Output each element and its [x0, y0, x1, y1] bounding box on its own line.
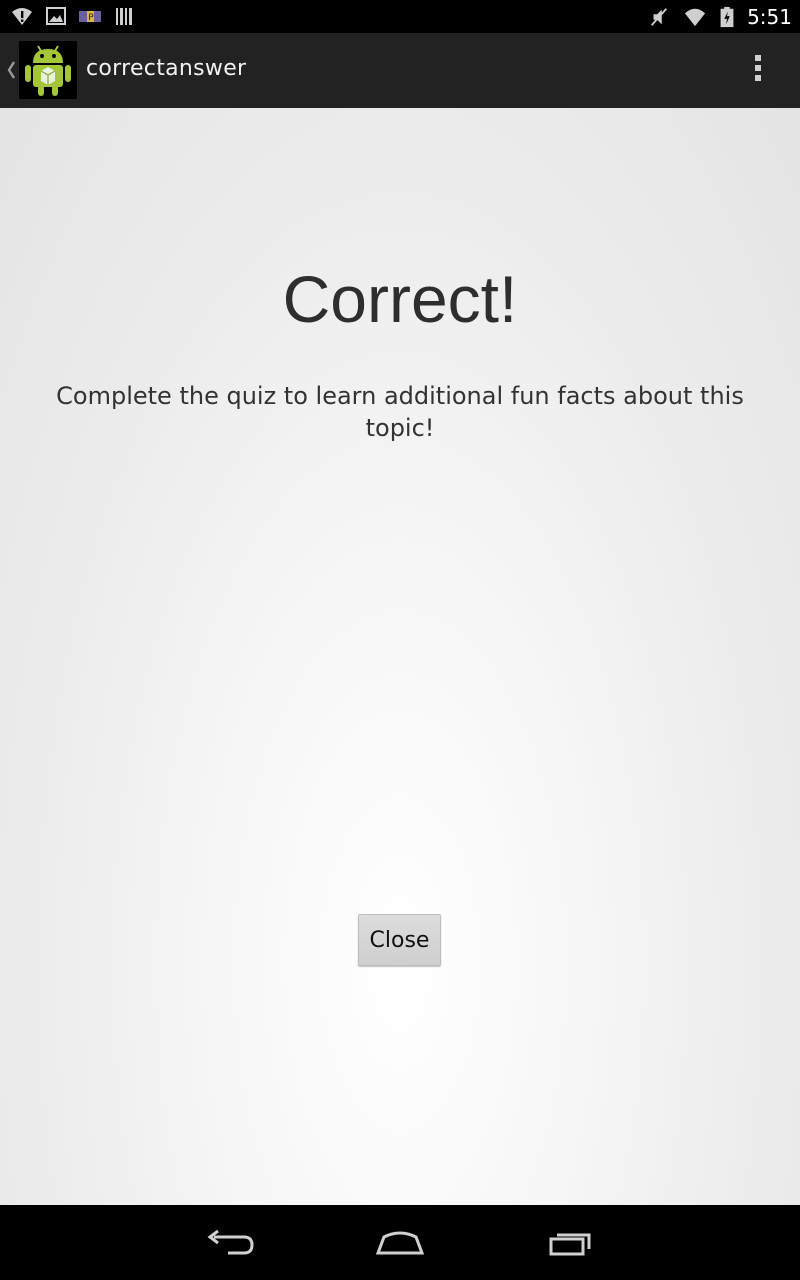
action-bar: correctanswer [0, 33, 800, 108]
wifi-alert-icon [12, 8, 32, 25]
wifi-icon [684, 8, 706, 26]
barcode-icon [116, 8, 132, 25]
parking-icon: P [79, 11, 101, 23]
message-text: Complete the quiz to learn additional fu… [56, 382, 744, 442]
app-title: correctanswer [86, 56, 247, 81]
status-bar: P 5:51 [0, 0, 800, 33]
close-button[interactable]: Close [358, 914, 441, 966]
mute-icon [651, 7, 668, 26]
back-icon[interactable] [200, 1225, 260, 1261]
status-time: 5:51 [747, 4, 792, 29]
image-icon [46, 7, 66, 25]
overflow-menu-icon[interactable] [746, 55, 770, 87]
battery-charging-icon [720, 6, 734, 27]
up-caret-icon[interactable] [5, 57, 17, 83]
home-icon[interactable] [370, 1225, 430, 1261]
content-area: Correct! Complete the quiz to learn addi… [0, 108, 800, 1205]
android-app-icon[interactable] [19, 41, 77, 99]
page-title: Correct! [282, 262, 518, 336]
navigation-bar [0, 1205, 800, 1280]
recents-icon[interactable] [541, 1225, 601, 1261]
svg-text:P: P [88, 13, 94, 23]
